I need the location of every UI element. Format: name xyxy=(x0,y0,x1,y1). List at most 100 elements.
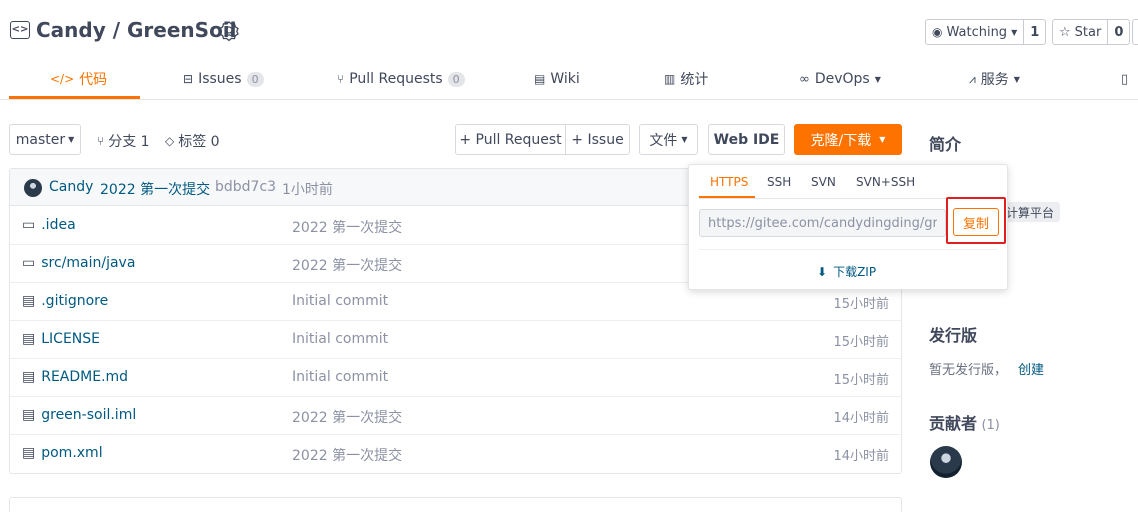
watch-button[interactable]: ◉ Watching ▼ 1 xyxy=(925,19,1047,45)
eye-icon: ◉ xyxy=(932,25,943,39)
file-commit-message[interactable]: Initial commit xyxy=(292,331,388,347)
file-menu-button[interactable]: 文件 ▼ xyxy=(639,124,698,155)
file-commit-message[interactable]: 2022 第一次提交 xyxy=(292,407,402,427)
tag-icon: ◇ xyxy=(165,134,175,148)
repo-icon: <> xyxy=(10,21,30,39)
file-name[interactable]: .gitignore xyxy=(41,293,108,309)
clone-popup: HTTPS SSH SVN SVN+SSH 复制 ⬇ 下载ZIP xyxy=(688,164,1008,290)
file-commit-message[interactable]: Initial commit xyxy=(292,293,388,309)
repo-title[interactable]: Candy / GreenSoil xyxy=(36,18,237,42)
new-issue-label: + Issue xyxy=(571,131,624,148)
tags-link[interactable]: ◇ 标签 0 xyxy=(165,131,220,151)
new-issue-button[interactable]: + Issue xyxy=(565,124,630,155)
file-menu-label: 文件 xyxy=(649,132,678,149)
branches-link[interactable]: ⑂ 分支 1 xyxy=(97,131,150,151)
file-name[interactable]: LICENSE xyxy=(41,331,100,347)
watch-label: Watching xyxy=(946,24,1008,40)
tab-stats[interactable]: ▥ 统计 xyxy=(664,64,708,94)
download-icon: ⬇ xyxy=(817,264,828,279)
file-name-link[interactable]: ▤ LICENSE xyxy=(22,331,100,347)
active-clone-tab-indicator xyxy=(699,196,755,198)
fork-button[interactable] xyxy=(1132,19,1138,45)
clone-download-label: 克隆/下载 xyxy=(810,132,872,149)
table-row[interactable]: ▤ green-soil.iml 2022 第一次提交 14小时前 xyxy=(10,397,901,435)
clone-tab-ssh[interactable]: SSH xyxy=(767,175,791,189)
issues-count: 0 xyxy=(246,71,264,87)
file-name-link[interactable]: ▭ src/main/java xyxy=(22,255,135,271)
file-name-link[interactable]: ▤ .gitignore xyxy=(22,293,108,309)
clone-download-button[interactable]: 克隆/下载 ▼ xyxy=(794,124,902,155)
commit-hash[interactable]: bdbd7c3 xyxy=(215,179,276,195)
file-time: 15小时前 xyxy=(833,297,889,312)
avatar[interactable] xyxy=(930,446,962,478)
file-name[interactable]: pom.xml xyxy=(41,445,102,461)
clone-url-input[interactable] xyxy=(699,209,946,237)
tab-devops[interactable]: ∞ DevOps ▼ xyxy=(799,64,881,94)
table-row[interactable]: ▤ pom.xml 2022 第一次提交 14小时前 xyxy=(10,435,901,473)
new-pull-request-button[interactable]: + Pull Request xyxy=(455,124,566,155)
tab-code[interactable]: </> 代码 xyxy=(50,64,107,94)
tab-services[interactable]: ⩘ 服务 ▼ xyxy=(969,64,1020,94)
clone-tab-svn[interactable]: SVN xyxy=(811,175,836,189)
table-row[interactable]: ▤ README.md Initial commit 15小时前 xyxy=(10,359,901,397)
file-time: 14小时前 xyxy=(833,449,889,464)
repo-separator: / xyxy=(112,18,121,42)
topic-tag[interactable]: 计算平台 xyxy=(1000,202,1061,222)
wiki-icon: ▤ xyxy=(534,72,546,86)
clone-tab-svn-ssh[interactable]: SVN+SSH xyxy=(856,175,915,189)
branch-select[interactable]: master ▼ xyxy=(9,124,81,155)
avatar[interactable] xyxy=(24,179,42,197)
file-commit-message[interactable]: 2022 第一次提交 xyxy=(292,255,402,275)
branch-select-label: master xyxy=(15,131,66,148)
web-ide-label: Web IDE xyxy=(713,131,780,148)
pull-request-icon: ⑂ xyxy=(337,72,345,86)
file-time: 14小时前 xyxy=(833,411,889,426)
file-name-link[interactable]: ▭ .idea xyxy=(22,217,76,233)
commit-message[interactable]: 2022 第一次提交 xyxy=(100,179,210,199)
commit-author[interactable]: Candy xyxy=(49,179,93,195)
issues-icon: ⊟ xyxy=(183,72,194,86)
file-name-link[interactable]: ▤ green-soil.iml xyxy=(22,407,136,423)
contributors-heading: 贡献者 (1) xyxy=(929,410,1000,434)
web-ide-button[interactable]: Web IDE xyxy=(708,124,785,155)
file-name-link[interactable]: ▤ README.md xyxy=(22,369,128,385)
releases-empty-text: 暂无发行版， xyxy=(929,363,1008,378)
download-zip-link[interactable]: ⬇ 下载ZIP xyxy=(817,263,876,280)
repo-owner[interactable]: Candy xyxy=(36,18,106,42)
tab-issues[interactable]: ⊟ Issues 0 xyxy=(183,64,264,94)
readme-panel xyxy=(9,497,902,512)
star-button[interactable]: ☆ Star 0 xyxy=(1052,19,1131,45)
file-commit-message[interactable]: 2022 第一次提交 xyxy=(292,445,402,465)
file-icon: ▤ xyxy=(22,369,36,385)
file-commit-message[interactable]: 2022 第一次提交 xyxy=(292,217,402,237)
chevron-down-icon: ▼ xyxy=(874,74,881,84)
branches-label: 分支 1 xyxy=(108,134,150,150)
file-time: 15小时前 xyxy=(833,335,889,350)
file-time: 15小时前 xyxy=(833,373,889,388)
star-count[interactable]: 0 xyxy=(1107,20,1129,44)
download-zip-label: 下载ZIP xyxy=(833,265,877,279)
table-row[interactable]: ▤ LICENSE Initial commit 15小时前 xyxy=(10,321,901,359)
create-release-link[interactable]: 创建 xyxy=(1018,359,1044,378)
certified-badge-icon xyxy=(219,21,239,42)
file-name[interactable]: .idea xyxy=(41,217,75,233)
file-commit-message[interactable]: Initial commit xyxy=(292,369,388,385)
tab-wiki[interactable]: ▤ Wiki xyxy=(534,64,580,94)
tab-more[interactable]: ▯ xyxy=(1121,64,1128,94)
chevron-down-icon: ▼ xyxy=(879,135,886,144)
contributors-title: 贡献者 xyxy=(929,414,978,433)
file-name[interactable]: src/main/java xyxy=(41,255,135,271)
tab-wiki-label: Wiki xyxy=(550,71,580,87)
copy-highlight-box xyxy=(946,197,1006,244)
file-name[interactable]: green-soil.iml xyxy=(41,407,136,423)
file-name-link[interactable]: ▤ pom.xml xyxy=(22,445,103,461)
stats-icon: ▥ xyxy=(664,72,676,86)
tab-pull-requests[interactable]: ⑂ Pull Requests 0 xyxy=(337,64,465,94)
tab-code-label: 代码 xyxy=(79,72,108,88)
file-name[interactable]: README.md xyxy=(41,369,128,385)
watch-count[interactable]: 1 xyxy=(1023,20,1045,44)
star-icon: ☆ xyxy=(1059,24,1071,40)
releases-title: 发行版 xyxy=(929,326,978,345)
tab-services-label: 服务 xyxy=(980,72,1009,88)
clone-tab-https[interactable]: HTTPS xyxy=(710,175,748,189)
